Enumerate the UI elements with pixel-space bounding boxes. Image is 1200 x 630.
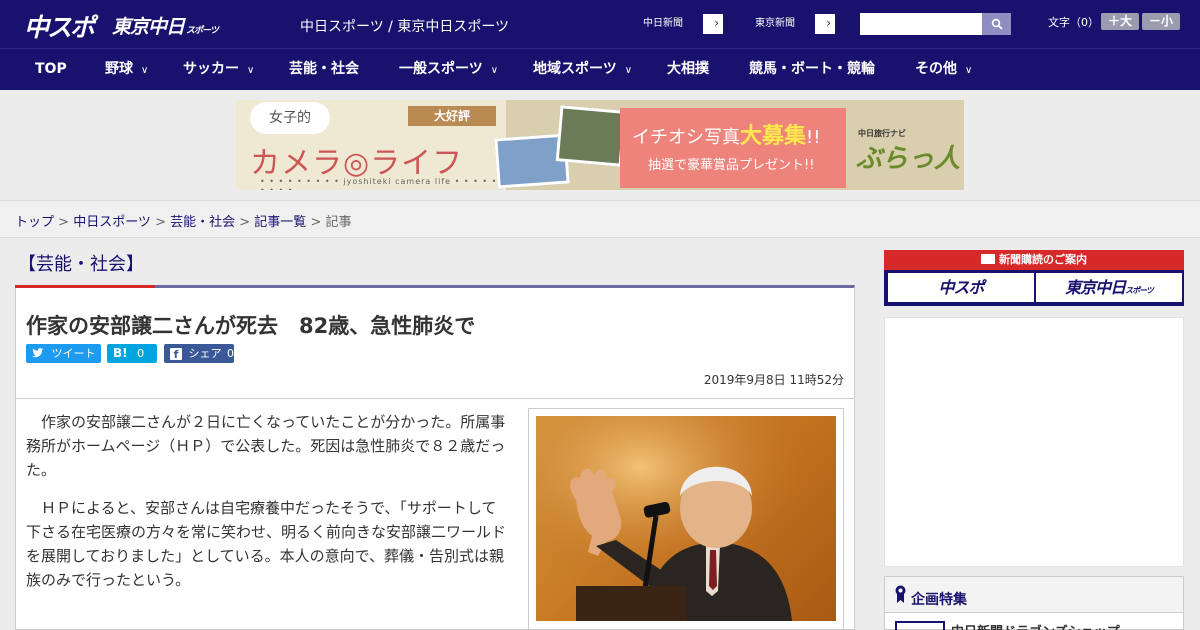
feature-section: 企画特集 中日新聞ドラゴンズショップ xyxy=(884,576,1184,630)
ribbon-badge-icon xyxy=(895,585,906,603)
feature-item-dragons-shop[interactable]: 中日新聞ドラゴンズショップ xyxy=(951,621,1120,630)
article-date: 2019年9月8日 11時52分 xyxy=(703,373,844,387)
nav-label: 大相撲 xyxy=(667,61,709,77)
chevron-right-icon: › xyxy=(714,16,719,30)
site-title[interactable]: 中日スポーツ / 東京中日スポーツ xyxy=(300,16,509,36)
banner-headline: イチオシ写真大募集!! xyxy=(632,118,820,150)
breadcrumb-chunichi-sports[interactable]: 中日スポーツ xyxy=(73,215,151,230)
subscription-heading-text: 新聞購読のご案内 xyxy=(999,253,1087,266)
nav-label: 競馬・ボート・競輪 xyxy=(749,61,875,77)
chuspo-logo[interactable]: 中スポ xyxy=(24,8,95,44)
newspaper-icon xyxy=(981,254,995,264)
banner-bubble: 女子的 xyxy=(250,102,330,134)
nav-label: 地域スポーツ xyxy=(533,61,617,77)
hatena-count: 0 xyxy=(137,347,145,360)
nav-label: サッカー xyxy=(183,61,239,77)
nav-item-entertainment[interactable]: 芸能・社会 xyxy=(289,49,359,90)
chevron-right-icon: › xyxy=(826,16,831,30)
headline-em: 大募集 xyxy=(740,124,807,149)
chunichi-shimbun-link[interactable]: 中日新聞 › xyxy=(622,13,724,35)
chevron-down-icon: ∨ xyxy=(965,65,973,76)
nav-label: TOP xyxy=(35,61,67,77)
chevron-down-icon: ∨ xyxy=(141,65,149,76)
facebook-icon: f xyxy=(170,348,182,361)
share-count: 0 xyxy=(227,347,234,360)
subscription-box: 新聞購読のご案内 中スポ 東京中日スポーツ xyxy=(884,250,1184,306)
logo-sub-small: スポーツ xyxy=(186,26,219,36)
nav-item-baseball[interactable]: 野球 ∨ xyxy=(105,49,148,90)
nav-label: その他 xyxy=(915,61,957,77)
share-label: シェア xyxy=(188,347,222,360)
divider xyxy=(16,398,854,399)
article-photo[interactable] xyxy=(536,416,836,621)
sidebar-ad-slot[interactable] xyxy=(884,317,1184,567)
banner-left-panel: 女子的 カメラ◎ライフ • • • • • • • • • jyoshiteki… xyxy=(236,100,506,190)
chevron-down-icon: ∨ xyxy=(624,65,633,76)
banner-ribbon: 大好評 xyxy=(408,106,496,126)
banner-photo-animal xyxy=(555,105,627,167)
subscription-heading: 新聞購読のご案内 xyxy=(884,250,1184,270)
nav-label: 芸能・社会 xyxy=(289,61,359,77)
banner-title: カメラ◎ライフ xyxy=(250,146,464,181)
breadcrumb-article-list[interactable]: 記事一覧 xyxy=(254,215,306,230)
speaker-photo-illustration xyxy=(536,416,836,621)
banner-brand: ぶらっ人 xyxy=(856,144,961,174)
hatena-b-icon: B! xyxy=(113,346,128,360)
nav-item-sumo[interactable]: 大相撲 xyxy=(667,49,709,90)
tokyo-shimbun-link[interactable]: 東京新聞 › xyxy=(734,13,836,35)
article-card: 作家の安部譲二さんが死去 82歳、急性肺炎で ツイート B! 0 f シェア 0… xyxy=(15,285,855,630)
ad-banner[interactable]: 女子的 カメラ◎ライフ • • • • • • • • • jyoshiteki… xyxy=(236,100,964,190)
article-photo-frame[interactable] xyxy=(528,408,844,630)
breadcrumb: トップ > 中日スポーツ > 芸能・社会 > 記事一覧 > 記事 xyxy=(15,215,352,230)
nav-label: 野球 xyxy=(105,61,133,77)
feature-title: 企画特集 xyxy=(911,592,967,608)
font-size-label: 文字（0） xyxy=(1048,16,1099,29)
category-heading: 【芸能・社会】 xyxy=(18,254,144,275)
logo-sub-text: 東京中日 xyxy=(112,16,185,38)
subscribe-chuspo-button[interactable]: 中スポ xyxy=(888,273,1034,302)
feature-thumbnail[interactable] xyxy=(895,621,945,630)
link-label: 中日新聞 xyxy=(623,14,703,34)
nav-item-other[interactable]: その他 ∨ xyxy=(915,49,972,90)
subscribe-tokyo-chunichi-button[interactable]: 東京中日スポーツ xyxy=(1036,273,1182,302)
nav-item-general-sports[interactable]: 一般スポーツ ∨ xyxy=(399,49,498,90)
font-smaller-button[interactable]: －小 xyxy=(1142,13,1180,30)
search-button[interactable] xyxy=(982,13,1011,35)
nav-item-top[interactable]: TOP xyxy=(35,49,67,90)
button-label: 東京中日 xyxy=(1065,278,1126,297)
nav-label: 一般スポーツ xyxy=(399,61,483,77)
button-small-label: スポーツ xyxy=(1125,286,1154,295)
breadcrumb-current: 記事 xyxy=(325,215,352,230)
chevron-down-icon: ∨ xyxy=(247,65,255,76)
breadcrumb-top[interactable]: トップ xyxy=(15,215,54,230)
tweet-button[interactable]: ツイート xyxy=(26,344,101,363)
article-paragraph: ＨＰによると、安部さんは自宅療養中だったそうで、「サポートして下さる在宅医療の方… xyxy=(26,499,507,589)
twitter-bird-icon xyxy=(32,348,44,358)
breadcrumb-bar: トップ > 中日スポーツ > 芸能・社会 > 記事一覧 > 記事 xyxy=(0,200,1200,238)
nav-item-regional-sports[interactable]: 地域スポーツ ∨ xyxy=(533,49,632,90)
tweet-label: ツイート xyxy=(51,347,96,360)
main-nav: TOP 野球 ∨ サッカー ∨ 芸能・社会 一般スポーツ ∨ 地域スポーツ ∨ 大相撲 … xyxy=(0,48,1200,90)
banner-sub: 抽選で豪華賞品プレゼント!! xyxy=(648,158,815,173)
nav-item-soccer[interactable]: サッカー ∨ xyxy=(183,49,254,90)
headline-post: !! xyxy=(806,127,821,148)
facebook-share-button[interactable]: f シェア 0 xyxy=(164,344,234,363)
article-headline: 作家の安部譲二さんが死去 82歳、急性肺炎で xyxy=(26,314,476,338)
chevron-down-icon: ∨ xyxy=(490,65,499,76)
search-icon xyxy=(991,18,1003,30)
banner-romaji: • • • • • • • • • jyoshiteki camera life… xyxy=(260,177,498,190)
nav-item-racing[interactable]: 競馬・ボート・競輪 xyxy=(749,49,875,90)
font-larger-button[interactable]: ＋大 xyxy=(1101,13,1139,30)
article-paragraph: 作家の安部譲二さんが２日に亡くなっていたことが分かった。所属事務所がホームページ… xyxy=(26,413,506,479)
article-body: 作家の安部譲二さんが２日に亡くなっていたことが分かった。所属事務所がホームページ… xyxy=(26,410,508,606)
feature-head: 企画特集 xyxy=(885,577,1183,613)
search-input[interactable] xyxy=(860,13,982,35)
tokyo-chunichi-logo[interactable]: 東京中日 スポーツ xyxy=(112,12,219,39)
hatena-bookmark-button[interactable]: B! 0 xyxy=(107,344,157,363)
breadcrumb-entertainment[interactable]: 芸能・社会 xyxy=(170,215,235,230)
link-label: 東京新聞 xyxy=(735,14,815,34)
site-header: 中スポ 東京中日 スポーツ 中日スポーツ / 東京中日スポーツ 中日新聞 › 東京… xyxy=(0,0,1200,48)
headline-pre: イチオシ写真 xyxy=(632,127,740,148)
banner-pink-panel: イチオシ写真大募集!! 抽選で豪華賞品プレゼント!! xyxy=(620,108,846,188)
